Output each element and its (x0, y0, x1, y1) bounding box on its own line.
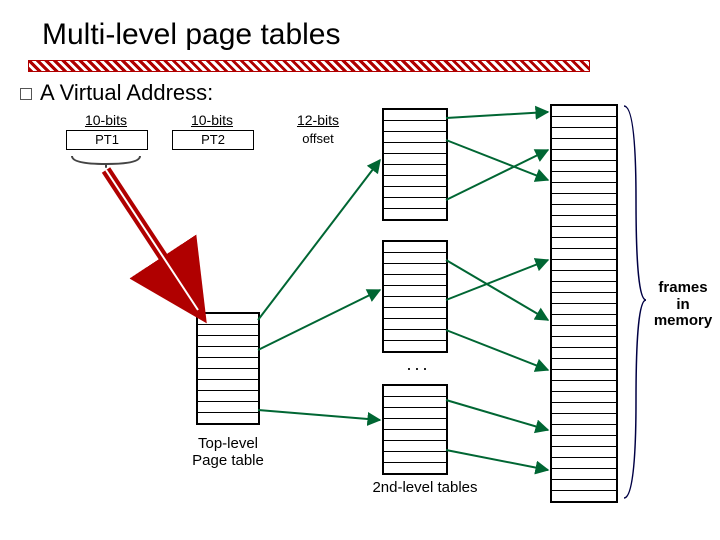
page-title: Multi-level page tables (42, 18, 341, 52)
field-offset: offset (278, 130, 358, 148)
caption-frames: frames in memory (648, 280, 718, 330)
second-level-table-2 (382, 240, 448, 353)
subtitle: A Virtual Address: (40, 80, 213, 106)
field-bits-3: 12-bits (278, 112, 358, 128)
top-level-table (196, 312, 260, 425)
caption-second-level: 2nd-level tables (355, 480, 495, 497)
field-box-1: PT1 (66, 130, 148, 150)
field-box-2: PT2 (172, 130, 254, 150)
frames-table (550, 104, 618, 503)
ellipsis-icon: ··· (406, 358, 430, 379)
bullet-icon (20, 88, 32, 100)
second-level-table-1 (382, 108, 448, 221)
title-underline (28, 60, 590, 72)
field-bits-1: 10-bits (66, 112, 146, 128)
field-bits-2: 10-bits (172, 112, 252, 128)
second-level-table-3 (382, 384, 448, 475)
caption-top-level: Top-level Page table (178, 436, 278, 469)
